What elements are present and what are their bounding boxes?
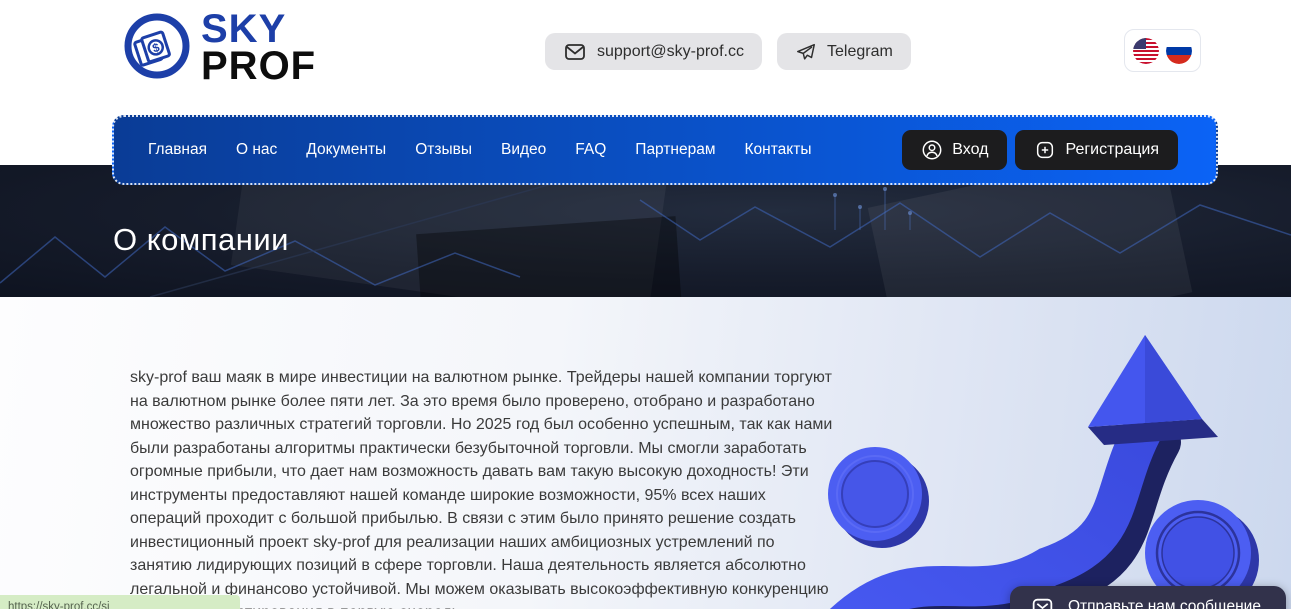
coin-left	[828, 447, 929, 548]
register-button[interactable]: Регистрация	[1015, 130, 1178, 170]
nav-item-reviews[interactable]: Отзывы	[415, 141, 472, 159]
nav-item-documents[interactable]: Документы	[306, 141, 386, 159]
telegram-label: Telegram	[827, 43, 893, 61]
register-plus-icon	[1034, 139, 1056, 161]
logo-wordmark: SKY PROF	[201, 11, 316, 85]
status-bar-url: https://sky-prof.cc/si	[0, 595, 240, 609]
nav-item-contacts[interactable]: Контакты	[745, 141, 812, 159]
chat-widget-button[interactable]: Отправьте нам сообщение	[1010, 586, 1286, 609]
chat-mail-icon	[1030, 595, 1055, 609]
nav-item-faq[interactable]: FAQ	[575, 141, 606, 159]
logo-icon: $	[123, 12, 191, 85]
support-email-label: support@sky-prof.cc	[597, 43, 744, 61]
logo-sky-text: SKY	[201, 11, 316, 48]
register-label: Регистрация	[1065, 141, 1159, 159]
login-button[interactable]: Вход	[902, 130, 1007, 170]
mail-icon	[563, 40, 587, 64]
about-paragraph: sky-prof ваш маяк в мире инвестиции на в…	[130, 366, 836, 609]
support-email-button[interactable]: support@sky-prof.cc	[545, 33, 762, 70]
chat-widget-label: Отправьте нам сообщение	[1068, 598, 1261, 609]
nav-actions: Вход Регистрация	[902, 130, 1178, 170]
nav-item-about[interactable]: О нас	[236, 141, 277, 159]
growth-arrow-illustration	[820, 327, 1291, 609]
logo[interactable]: $ SKY PROF	[123, 11, 316, 85]
page: $ SKY PROF support@sky-prof.cc Telegram	[0, 0, 1291, 609]
login-label: Вход	[952, 141, 988, 159]
ru-flag-icon[interactable]	[1166, 38, 1192, 64]
page-title: О компании	[113, 222, 289, 258]
us-flag-icon[interactable]	[1133, 38, 1159, 64]
telegram-button[interactable]: Telegram	[777, 33, 911, 70]
nav-links: Главная О нас Документы Отзывы Видео FAQ…	[148, 141, 811, 159]
nav-item-video[interactable]: Видео	[501, 141, 546, 159]
main-navbar: Главная О нас Документы Отзывы Видео FAQ…	[112, 115, 1218, 185]
telegram-icon	[795, 41, 817, 63]
language-switcher	[1124, 29, 1201, 72]
nav-item-partners[interactable]: Партнерам	[635, 141, 715, 159]
user-icon	[921, 139, 943, 161]
nav-item-home[interactable]: Главная	[148, 141, 207, 159]
logo-prof-text: PROF	[201, 48, 316, 85]
about-section: sky-prof ваш маяк в мире инвестиции на в…	[0, 297, 1291, 609]
